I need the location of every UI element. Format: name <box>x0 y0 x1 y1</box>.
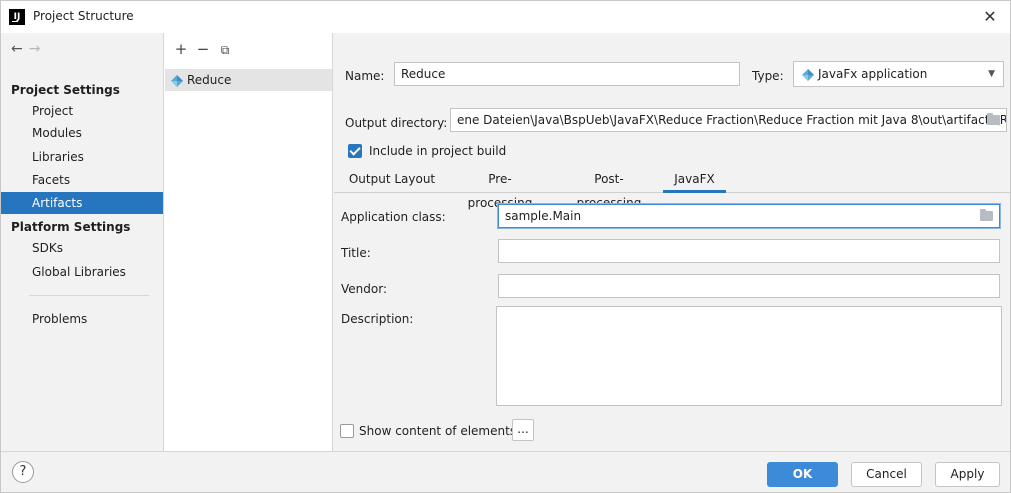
sidebar-item-global-libraries[interactable]: Global Libraries <box>1 261 163 283</box>
tab-post-processing[interactable]: Post-processing <box>563 167 655 210</box>
artifact-toolbar: + − ⧉ <box>170 39 236 59</box>
settings-sidebar: ←→ Project Settings Project Modules Libr… <box>1 33 163 451</box>
sidebar-item-libraries[interactable]: Libraries <box>1 146 163 168</box>
show-content-label: Show content of elements <box>359 424 517 438</box>
tab-pre-processing[interactable]: Pre-processing <box>457 167 543 210</box>
window-title: Project Structure <box>33 9 134 23</box>
back-arrow-icon[interactable]: ← <box>11 41 29 57</box>
show-content-checkbox[interactable] <box>340 424 354 438</box>
sidebar-item-modules[interactable]: Modules <box>1 122 163 144</box>
artifact-config-panel: Name: Reduce Type: JavaFx application ▼ … <box>334 33 1010 451</box>
title-bar: IJ Project Structure ✕ <box>1 1 1010 33</box>
ok-button[interactable]: OK <box>767 462 838 487</box>
copy-artifact-button[interactable]: ⧉ <box>214 40 236 60</box>
add-artifact-button[interactable]: + <box>170 39 192 59</box>
sidebar-item-problems[interactable]: Problems <box>1 308 163 330</box>
artifact-list-panel: + − ⧉ Reduce <box>163 33 333 451</box>
browse-folder-icon[interactable] <box>987 113 1000 125</box>
chevron-down-icon: ▼ <box>988 69 995 79</box>
vendor-label: Vendor: <box>341 282 387 296</box>
project-structure-dialog: IJ Project Structure ✕ ←→ Project Settin… <box>0 0 1011 493</box>
close-button[interactable]: ✕ <box>980 7 1000 27</box>
tab-output-layout[interactable]: Output Layout <box>346 167 438 193</box>
sidebar-divider <box>29 295 149 296</box>
javafx-gem-icon <box>802 68 814 81</box>
artifact-item-reduce[interactable]: Reduce <box>165 69 332 91</box>
description-textarea[interactable] <box>496 306 1002 406</box>
artifact-item-label: Reduce <box>187 73 232 87</box>
type-dropdown-value: JavaFx application <box>818 67 928 81</box>
title-field[interactable] <box>498 239 1000 263</box>
browse-folder-icon[interactable] <box>980 209 993 221</box>
output-directory-field[interactable]: ene Dateien\Java\BspUeb\JavaFX\Reduce Fr… <box>450 108 1007 132</box>
name-field[interactable]: Reduce <box>394 62 740 86</box>
title-label: Title: <box>341 246 371 260</box>
type-label: Type: <box>752 69 784 83</box>
intellij-logo-icon: IJ <box>9 9 25 25</box>
remove-artifact-button[interactable]: − <box>192 39 214 59</box>
include-in-build-label: Include in project build <box>369 144 507 158</box>
sidebar-item-sdks[interactable]: SDKs <box>1 237 163 259</box>
forward-arrow-icon[interactable]: → <box>29 41 47 57</box>
platform-settings-heading: Platform Settings <box>11 220 131 234</box>
output-directory-value: ene Dateien\Java\BspUeb\JavaFX\Reduce Fr… <box>457 113 1007 127</box>
help-button[interactable]: ? <box>12 461 34 483</box>
description-label: Description: <box>341 312 414 326</box>
application-class-field[interactable]: sample.Main <box>498 204 1000 228</box>
project-settings-heading: Project Settings <box>11 83 120 97</box>
name-label: Name: <box>345 69 385 83</box>
edit-elements-button[interactable]: ... <box>512 419 534 441</box>
sidebar-item-project[interactable]: Project <box>1 100 163 122</box>
application-class-value: sample.Main <box>505 209 582 223</box>
type-dropdown[interactable]: JavaFx application ▼ <box>793 61 1004 87</box>
application-class-label: Application class: <box>341 210 446 224</box>
cancel-button[interactable]: Cancel <box>851 462 922 487</box>
javafx-gem-icon <box>171 74 183 87</box>
tab-javafx[interactable]: JavaFX <box>663 167 726 193</box>
include-in-build-checkbox[interactable] <box>348 144 362 158</box>
artifact-tabs: Output Layout Pre-processing Post-proces… <box>334 167 1010 210</box>
dialog-footer: ? OK Cancel Apply <box>1 451 1010 492</box>
sidebar-item-artifacts[interactable]: Artifacts <box>1 192 163 214</box>
vendor-field[interactable] <box>498 274 1000 298</box>
output-directory-label: Output directory: <box>345 116 448 130</box>
sidebar-item-facets[interactable]: Facets <box>1 169 163 191</box>
apply-button[interactable]: Apply <box>935 462 1000 487</box>
